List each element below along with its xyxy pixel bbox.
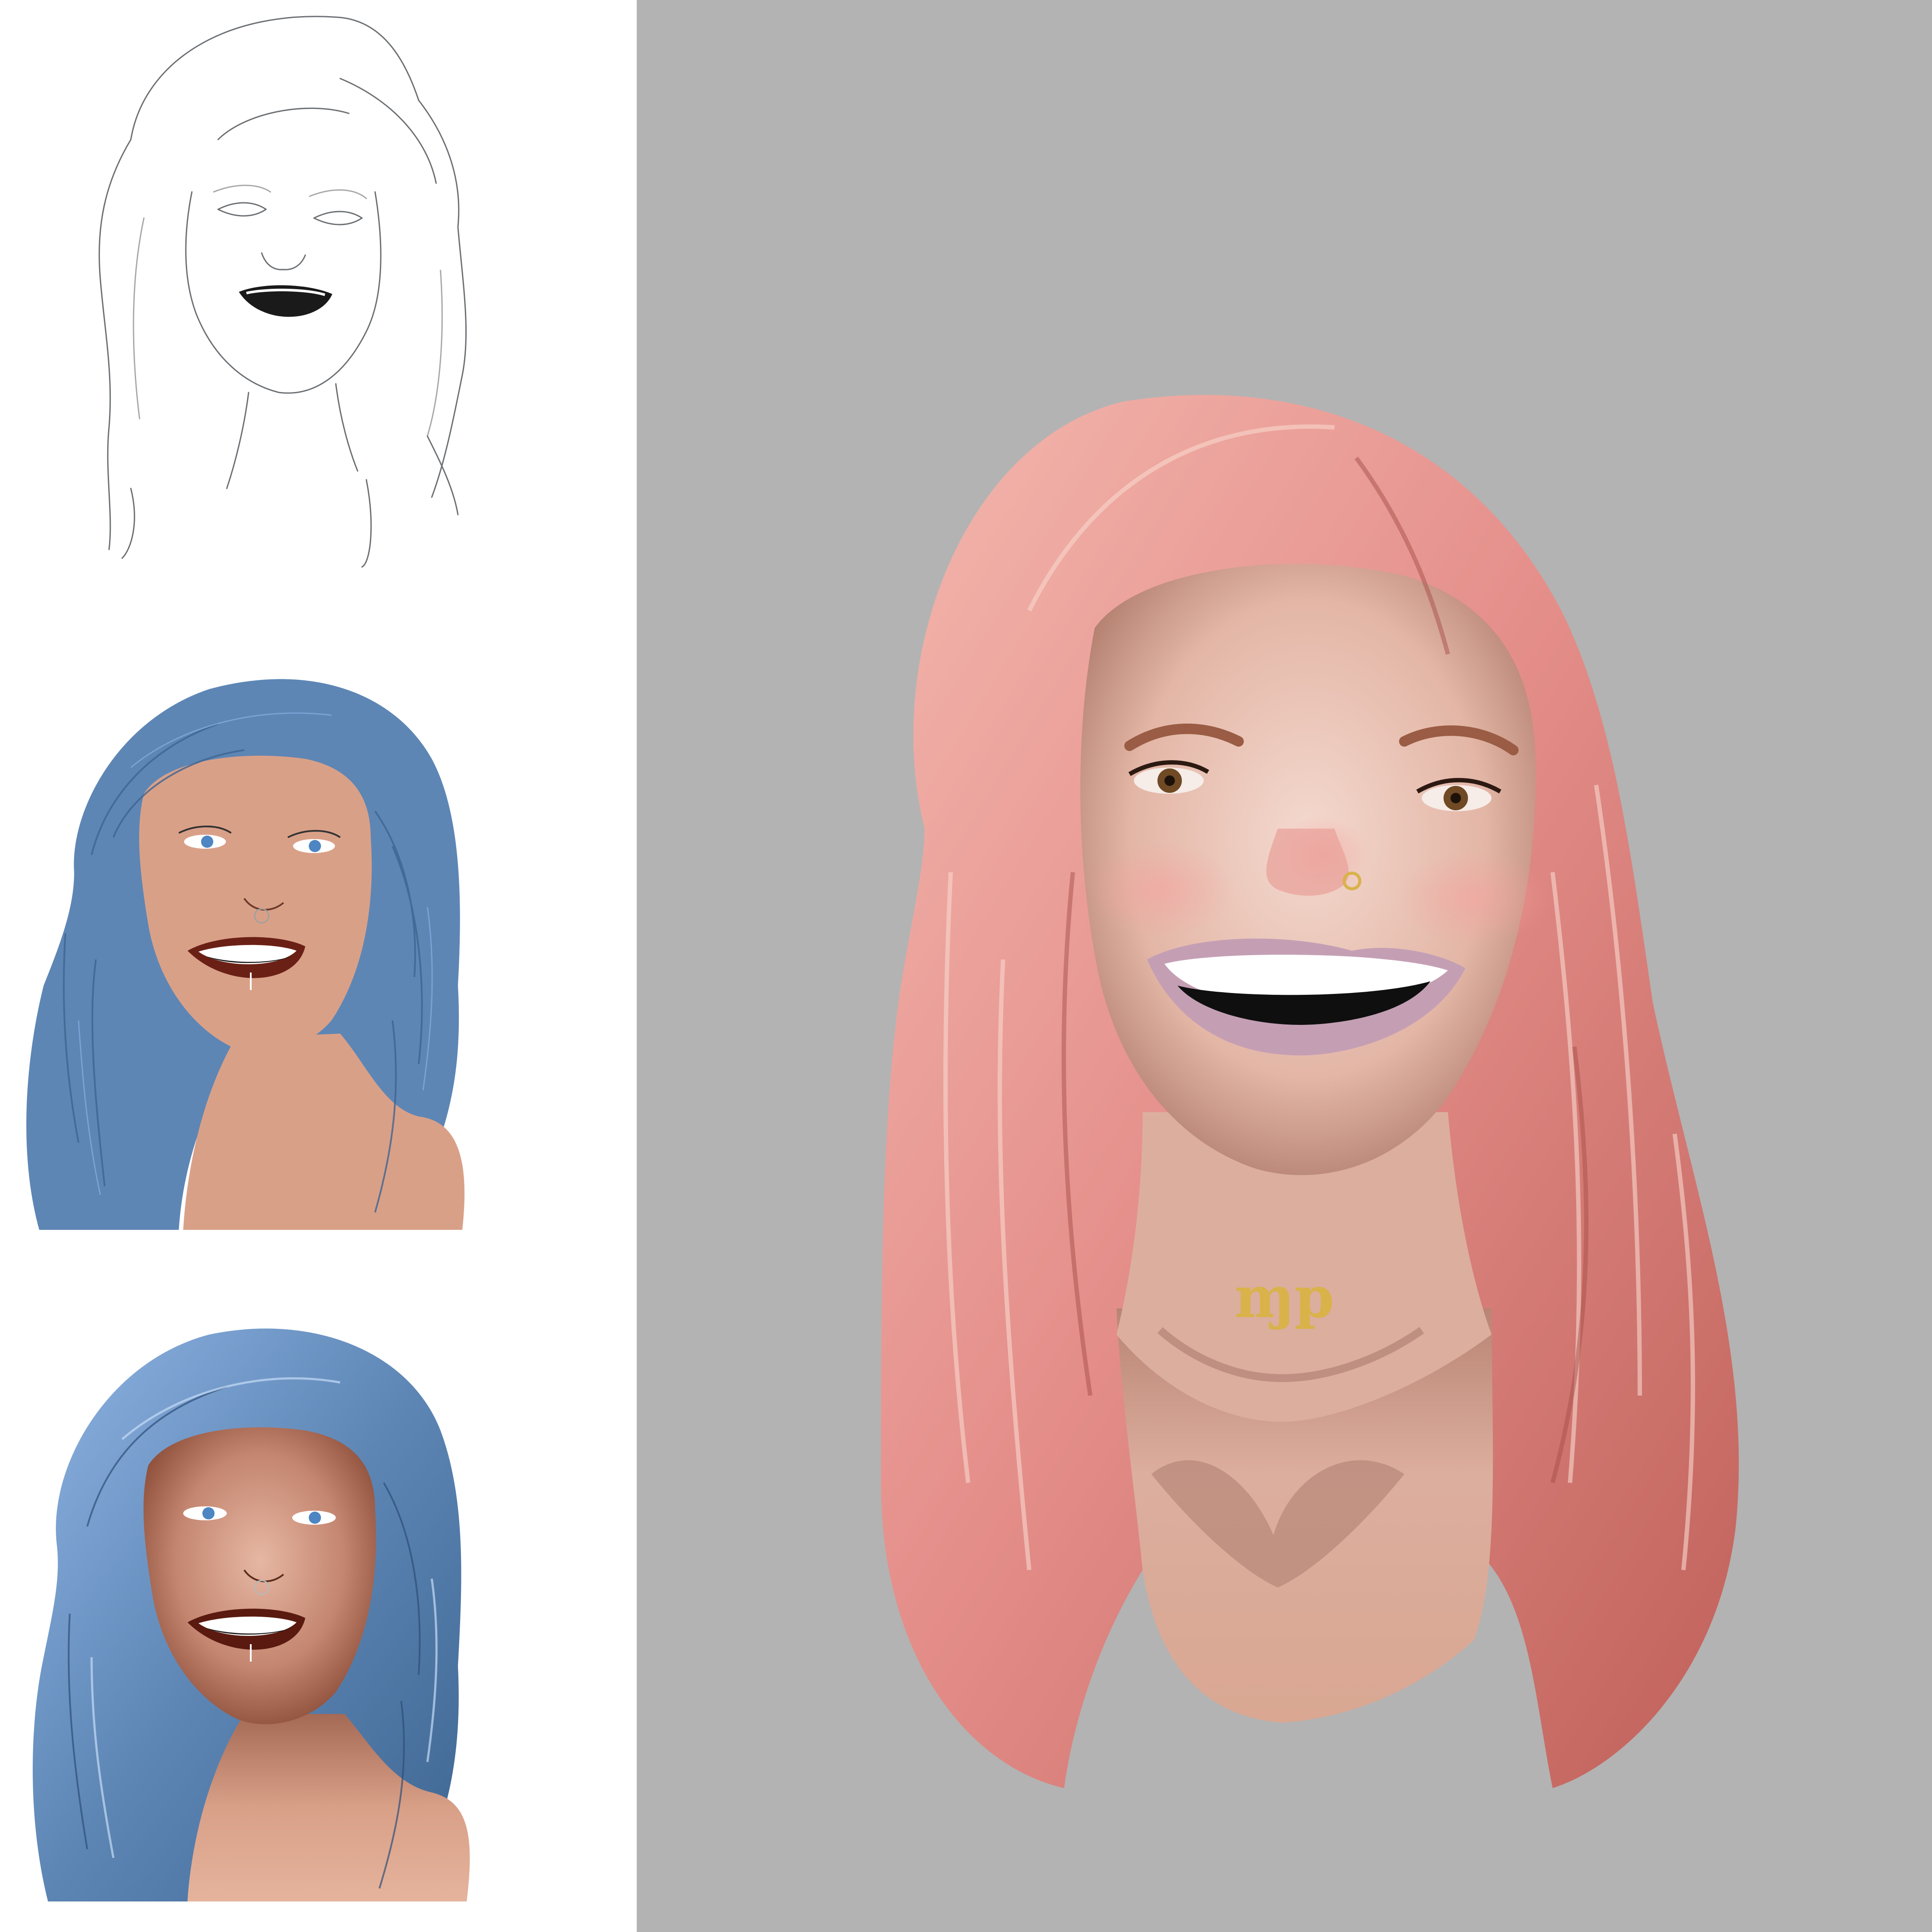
shaded-drawing [33, 1328, 470, 1901]
final-drawing: ɱp [637, 0, 1932, 1932]
pendant-glyph: ɱp [1235, 1264, 1334, 1331]
stage-shaded [0, 1282, 637, 1932]
stage-flat-color [0, 628, 637, 1282]
flat-color-drawing [26, 679, 465, 1230]
final-nose [1266, 829, 1349, 896]
final-render-panel: ɱp [637, 0, 1932, 1932]
stage-sketch [0, 0, 637, 628]
sketch-drawing [99, 16, 467, 568]
artwork-canvas: ɱp [0, 0, 1932, 1932]
